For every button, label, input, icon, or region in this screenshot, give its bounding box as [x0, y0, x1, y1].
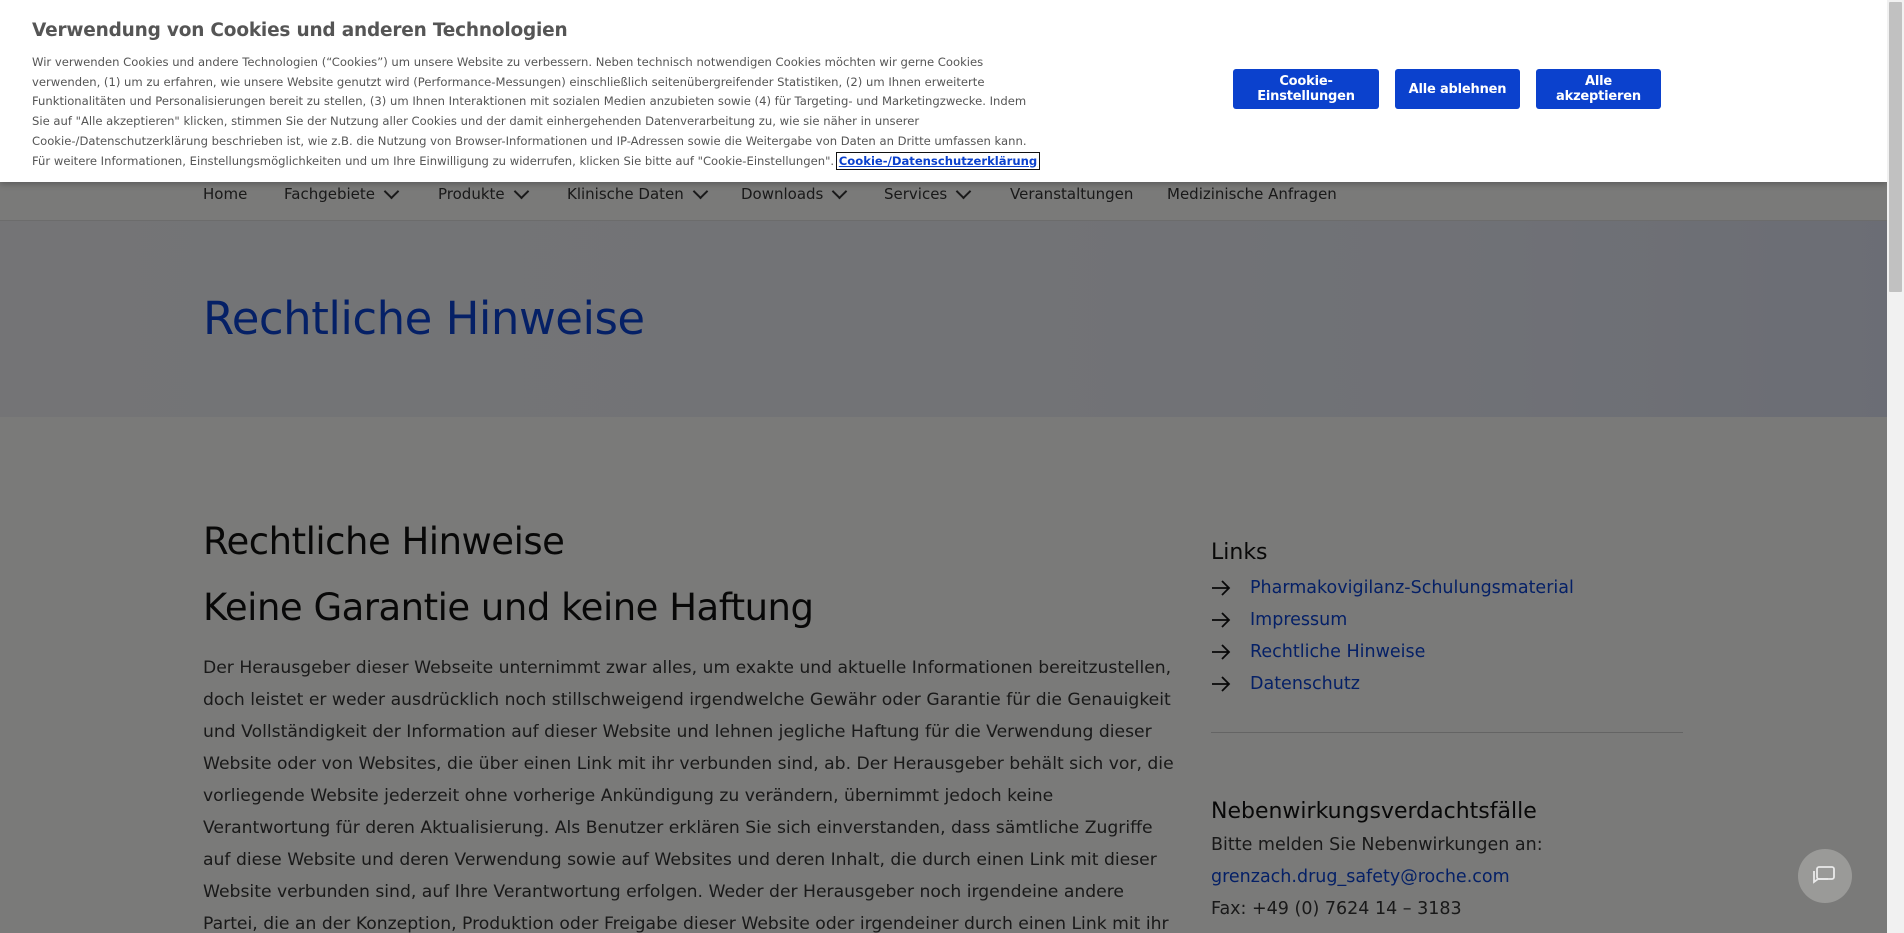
- scrollbar[interactable]: [1887, 0, 1904, 933]
- scrollbar-thumb[interactable]: [1889, 2, 1902, 292]
- cookie-settings-button[interactable]: Cookie-Einstellungen: [1233, 69, 1379, 109]
- cookie-banner: Verwendung von Cookies und anderen Techn…: [0, 0, 1887, 182]
- chat-button[interactable]: [1798, 849, 1852, 903]
- cookie-banner-description: Wir verwenden Cookies und andere Technol…: [32, 55, 1027, 168]
- cookie-policy-link[interactable]: Cookie-/Datenschutzerklärung: [835, 151, 1041, 170]
- accept-all-button[interactable]: Alle akzeptieren: [1536, 69, 1661, 109]
- chat-icon: [1813, 866, 1835, 884]
- page: Home Fachgebiete Produkte Klinische Date…: [0, 0, 1887, 933]
- reject-all-button[interactable]: Alle ablehnen: [1395, 69, 1520, 109]
- cookie-banner-title: Verwendung von Cookies und anderen Techn…: [32, 20, 568, 41]
- cookie-banner-text: Wir verwenden Cookies und andere Technol…: [32, 53, 1042, 171]
